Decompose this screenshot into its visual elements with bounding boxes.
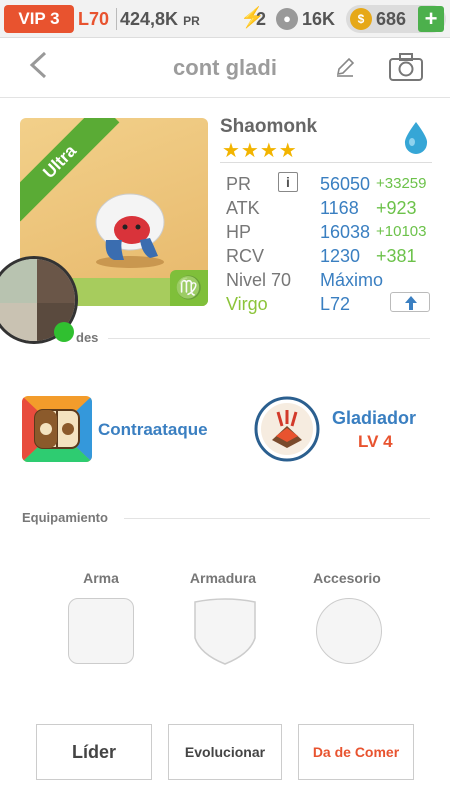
water-element-icon bbox=[404, 122, 428, 154]
equipment-section-label: Equipamiento bbox=[22, 510, 108, 525]
stat-row-rcv: RCV 1230 +381 bbox=[226, 244, 436, 268]
gladiator-class-icon[interactable] bbox=[254, 396, 320, 462]
skill-name[interactable]: Contraataque bbox=[98, 420, 208, 440]
stats-divider bbox=[220, 162, 432, 163]
live-indicator bbox=[54, 322, 74, 342]
stat-label: RCV bbox=[226, 246, 265, 266]
stat-row-level: Nivel 70 Máximo bbox=[226, 268, 436, 292]
divider bbox=[116, 8, 117, 30]
weapon-label: Arma bbox=[83, 570, 119, 586]
energy-count: 2 bbox=[256, 9, 267, 29]
armor-slot[interactable] bbox=[192, 598, 258, 666]
stat-bonus: +381 bbox=[376, 246, 417, 266]
stat-label: ATK bbox=[226, 198, 260, 218]
camera-icon[interactable] bbox=[388, 52, 424, 82]
zodiac-upgrade-button[interactable] bbox=[390, 292, 430, 312]
stat-label: Nivel 70 bbox=[226, 270, 292, 290]
feed-button[interactable]: Da de Comer bbox=[298, 724, 414, 780]
accessory-label: Accesorio bbox=[313, 570, 381, 586]
accessory-slot[interactable] bbox=[316, 598, 382, 664]
arrow-up-icon bbox=[405, 296, 417, 310]
stat-row-pr: PR 56050 +33259 bbox=[226, 172, 436, 196]
stat-value: 1168 bbox=[320, 198, 359, 218]
stat-bonus: +923 bbox=[376, 198, 417, 218]
page-title: cont gladi bbox=[173, 55, 277, 80]
pencil-icon[interactable] bbox=[334, 56, 356, 78]
class-name[interactable]: Gladiador bbox=[332, 408, 416, 429]
stat-label: PR bbox=[226, 174, 252, 194]
virgo-zodiac-icon: ♍ bbox=[170, 270, 208, 306]
star-rating: ★★★★ bbox=[222, 140, 298, 162]
stat-value: Máximo bbox=[320, 270, 384, 290]
player-power-unit: PR bbox=[183, 14, 200, 28]
stat-label: Virgo bbox=[226, 294, 268, 314]
stat-value: 1230 bbox=[320, 246, 361, 266]
player-level: L70 bbox=[78, 9, 110, 29]
player-power-value: 424,8K bbox=[120, 9, 179, 29]
evolve-button[interactable]: Evolucionar bbox=[168, 724, 282, 780]
info-icon[interactable]: i bbox=[278, 172, 298, 192]
class-level: LV 4 bbox=[358, 432, 393, 451]
contraataque-skill-icon[interactable] bbox=[22, 396, 92, 462]
video-tile bbox=[0, 259, 37, 303]
stat-label: HP bbox=[226, 222, 252, 242]
coin-count: 686 bbox=[376, 9, 407, 29]
stat-row-hp: HP 16038 +10103 bbox=[226, 220, 436, 244]
vip-badge[interactable]: VIP 3 bbox=[4, 5, 74, 33]
player-power: 424,8K PR bbox=[120, 6, 200, 34]
weapon-slot[interactable] bbox=[68, 598, 134, 664]
video-tile bbox=[0, 303, 37, 341]
abilities-section-label: des bbox=[76, 330, 99, 345]
monster-name: Shaomonk bbox=[220, 116, 318, 137]
video-tile bbox=[37, 259, 75, 303]
monster-portrait bbox=[95, 193, 165, 268]
section-divider bbox=[124, 518, 430, 519]
leader-button[interactable]: Líder bbox=[36, 724, 152, 780]
stat-value: 16038 bbox=[320, 222, 371, 242]
stat-bonus: +10103 bbox=[376, 223, 427, 240]
section-divider bbox=[108, 338, 430, 339]
stat-value: L72 bbox=[320, 294, 351, 314]
shield-pigs-icon bbox=[22, 396, 92, 462]
paw-icon: ● bbox=[276, 8, 298, 30]
add-coins-button[interactable]: + bbox=[418, 6, 444, 32]
armor-label: Armadura bbox=[189, 570, 257, 586]
stat-bonus: +33259 bbox=[376, 175, 427, 192]
stat-row-atk: ATK 1168 +923 bbox=[226, 196, 436, 220]
stat-value: 56050 bbox=[320, 174, 371, 194]
coin-icon: $ bbox=[350, 8, 372, 30]
paw-count: 16K bbox=[302, 9, 336, 29]
